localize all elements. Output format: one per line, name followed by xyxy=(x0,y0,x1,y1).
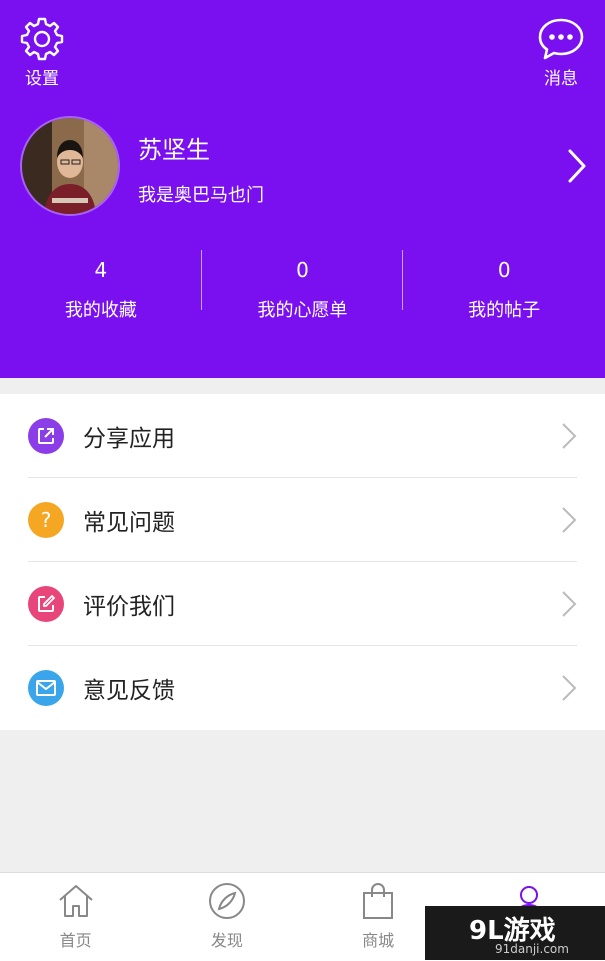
stat-label: 我的帖子 xyxy=(468,300,541,321)
menu-item-label: 常见问题 xyxy=(83,510,175,536)
profile-header: 设置 消息 苏坚生 我是奥巴马也门 4 我的收藏 0 我的心愿单 0 我的帖子 xyxy=(0,0,605,378)
menu-item-share-app[interactable]: 分享应用 xyxy=(0,394,605,478)
chat-bubble-icon xyxy=(538,18,584,60)
chevron-right-icon xyxy=(568,149,586,183)
stat-count: 0 xyxy=(497,258,511,282)
stat-posts[interactable]: 0 我的帖子 xyxy=(403,250,605,321)
menu-item-label: 分享应用 xyxy=(83,426,175,452)
tab-label: 首页 xyxy=(59,931,92,950)
user-bio: 我是奥巴马也门 xyxy=(138,185,264,206)
gear-icon xyxy=(20,17,64,61)
profile-detail-button[interactable] xyxy=(567,148,587,188)
tab-home[interactable]: 首页 xyxy=(0,873,151,961)
stats-row: 4 我的收藏 0 我的心愿单 0 我的帖子 xyxy=(0,250,605,321)
stat-count: 0 xyxy=(296,258,309,282)
mail-icon xyxy=(28,670,64,706)
chevron-right-icon xyxy=(562,507,577,533)
chevron-right-icon xyxy=(562,423,577,449)
menu-item-faq[interactable]: ? 常见问题 xyxy=(0,478,605,562)
watermark-url: 91danji.com xyxy=(495,942,569,956)
edit-icon xyxy=(28,586,64,622)
chevron-right-icon xyxy=(562,675,577,701)
stat-label: 我的收藏 xyxy=(64,300,137,321)
stat-favorites[interactable]: 4 我的收藏 xyxy=(0,250,202,321)
menu-item-label: 评价我们 xyxy=(83,594,175,620)
share-icon xyxy=(28,418,64,454)
menu-list: 分享应用 ? 常见问题 评价我们 意见反馈 xyxy=(0,394,605,730)
username: 苏坚生 xyxy=(138,136,210,164)
home-icon xyxy=(58,885,93,917)
tab-discover[interactable]: 发现 xyxy=(151,873,302,961)
tab-label: 发现 xyxy=(210,931,243,950)
messages-label: 消息 xyxy=(544,69,578,89)
settings-button[interactable]: 设置 xyxy=(10,16,74,89)
bag-icon xyxy=(363,883,394,919)
menu-item-feedback[interactable]: 意见反馈 xyxy=(0,646,605,730)
stat-count: 4 xyxy=(94,258,108,282)
avatar-photo xyxy=(22,118,118,214)
menu-item-label: 意见反馈 xyxy=(83,678,175,704)
stat-wishlist[interactable]: 0 我的心愿单 xyxy=(202,250,404,321)
compass-icon xyxy=(208,883,245,919)
settings-label: 设置 xyxy=(25,69,59,89)
chevron-right-icon xyxy=(562,591,577,617)
menu-item-rate-us[interactable]: 评价我们 xyxy=(0,562,605,646)
svg-text:?: ? xyxy=(41,509,52,531)
watermark: 9L游戏 91danji.com xyxy=(425,906,605,960)
avatar[interactable] xyxy=(20,116,120,216)
stat-label: 我的心愿单 xyxy=(257,300,348,321)
stats-divider xyxy=(402,250,403,310)
stats-divider xyxy=(201,250,202,310)
tab-label: 商城 xyxy=(362,931,395,950)
question-icon: ? xyxy=(28,502,64,538)
messages-button[interactable]: 消息 xyxy=(529,16,593,89)
